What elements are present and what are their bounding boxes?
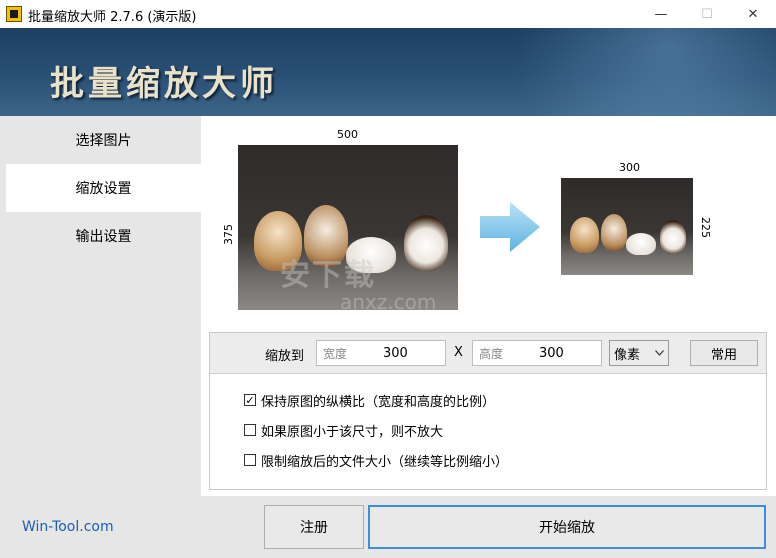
checkbox-unchecked[interactable] [244, 424, 256, 436]
banner: 批量缩放大师 [0, 28, 776, 116]
width-value: 300 [383, 345, 408, 361]
banner-title: 批量缩放大师 [50, 64, 278, 104]
target-width-label: 300 [619, 161, 640, 174]
checkbox-unchecked[interactable] [244, 454, 256, 466]
dimension-separator: X [454, 345, 463, 360]
minimize-icon: — [654, 6, 668, 22]
target-height-label: 225 [699, 217, 712, 238]
puppy [626, 233, 656, 255]
target-image [561, 178, 693, 275]
width-input[interactable]: 宽度 300 [316, 340, 446, 366]
unit-value: 像素 [614, 347, 641, 363]
maximize-button[interactable]: ☐ [684, 0, 730, 28]
common-sizes-button[interactable]: 常用 [690, 340, 758, 366]
start-scaling-button[interactable]: 开始缩放 [368, 505, 766, 549]
window-title: 批量缩放大师 2.7.6 (演示版) [28, 10, 197, 25]
chevron-down-icon [655, 350, 664, 356]
app-icon [6, 6, 22, 22]
width-placeholder: 宽度 [323, 346, 348, 361]
source-height-label: 375 [222, 224, 235, 245]
maximize-icon: ☐ [701, 6, 713, 22]
limit-file-size-label: 限制缩放后的文件大小（继续等比例缩小） [261, 454, 509, 470]
keep-aspect-ratio-label: 保持原图的纵横比（宽度和高度的比例） [261, 394, 496, 410]
puppy [570, 217, 599, 253]
height-input[interactable]: 高度 300 [472, 340, 602, 366]
no-enlarge-label: 如果原图小于该尺寸，则不放大 [261, 424, 444, 440]
height-placeholder: 高度 [479, 346, 504, 361]
keep-aspect-ratio-option[interactable]: ✓ 保持原图的纵横比（宽度和高度的比例） [244, 390, 495, 410]
height-value: 300 [539, 345, 564, 361]
puppy [660, 220, 686, 254]
website-link[interactable]: Win-Tool.com [22, 519, 114, 535]
register-button[interactable]: 注册 [264, 505, 364, 549]
close-icon: ✕ [747, 6, 759, 22]
limit-file-size-option[interactable]: 限制缩放后的文件大小（继续等比例缩小） [244, 450, 508, 470]
sidebar: 选择图片 缩放设置 输出设置 [0, 116, 201, 496]
puppy [404, 215, 448, 271]
checkbox-checked[interactable]: ✓ [244, 394, 256, 406]
sidebar-item-scale-settings[interactable]: 缩放设置 [6, 164, 201, 212]
watermark: 安下载 [280, 258, 376, 293]
no-enlarge-option[interactable]: 如果原图小于该尺寸，则不放大 [244, 420, 443, 440]
minimize-button[interactable]: — [638, 0, 684, 28]
arrow-right-icon [480, 202, 540, 252]
puppy [601, 214, 627, 251]
unit-select[interactable]: 像素 [609, 340, 669, 366]
banner-glow [420, 28, 776, 116]
sidebar-item-output-settings[interactable]: 输出设置 [6, 212, 201, 260]
sidebar-item-select-images[interactable]: 选择图片 [6, 116, 201, 164]
watermark-url: anxz.com [340, 290, 437, 314]
scale-to-label: 缩放到 [265, 349, 305, 364]
close-button[interactable]: ✕ [730, 0, 776, 28]
source-width-label: 500 [337, 128, 358, 141]
